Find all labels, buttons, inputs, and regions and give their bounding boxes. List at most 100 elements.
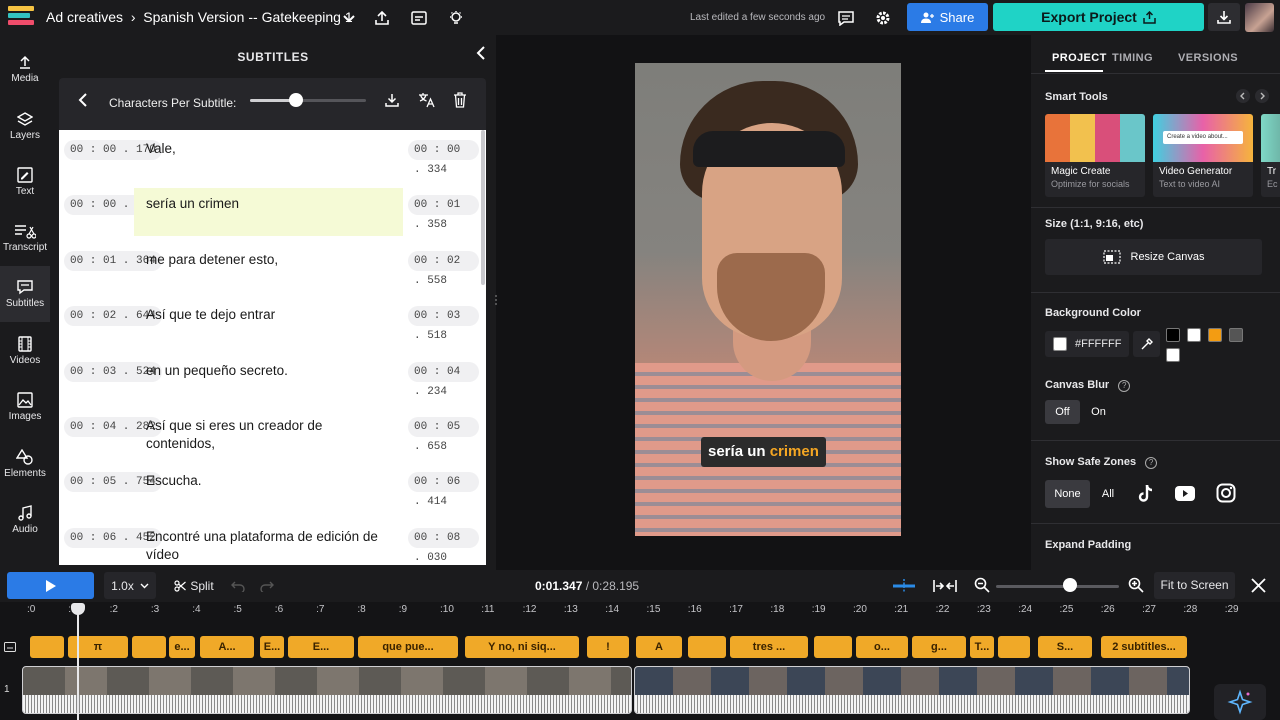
project-folder-link[interactable]: Ad creatives (46, 9, 123, 25)
subtitle-row[interactable]: 00 : 05 . 754 Escucha. 00 : 06 . 414 (59, 465, 479, 520)
subtitle-end-time[interactable]: 00 : 03 . 518 (408, 306, 479, 342)
subtitle-chip[interactable] (132, 636, 166, 658)
timeline-ruler[interactable]: :0:1:2:3:4:5:6:7:8:9:10:11:12:13:14:15:1… (0, 602, 1280, 620)
chevron-down-icon[interactable] (338, 7, 360, 29)
nav-images[interactable]: Images (0, 379, 50, 435)
youtube-icon[interactable] (1175, 486, 1195, 506)
redo-icon[interactable] (260, 579, 274, 597)
subtitle-text[interactable]: sería un crimen (134, 188, 403, 237)
subtitle-text[interactable]: en un pequeño secreto. (134, 355, 403, 403)
share-button[interactable]: Share (907, 3, 988, 31)
undo-icon[interactable] (231, 579, 245, 597)
palette-swatch-black[interactable] (1166, 328, 1180, 342)
nav-audio[interactable]: Audio (0, 492, 50, 548)
subtitle-row[interactable]: 00 : 06 . 452 Encontré una plataforma de … (59, 521, 479, 565)
zoom-in-icon[interactable] (1128, 577, 1144, 598)
subtitle-chip[interactable]: o... (856, 636, 908, 658)
download-subtitles-icon[interactable] (384, 92, 400, 113)
help-icon[interactable]: ? (1145, 457, 1158, 469)
close-icon[interactable] (1251, 578, 1266, 598)
canvas-blur-on-toggle[interactable]: On (1082, 400, 1115, 424)
carousel-prev-icon[interactable] (1236, 89, 1250, 103)
background-color-input[interactable]: #FFFFFF (1045, 331, 1129, 357)
subtitle-chip[interactable] (688, 636, 726, 658)
avatar[interactable] (1245, 3, 1274, 32)
subtitle-chip[interactable]: E... (288, 636, 354, 658)
subtitle-end-time[interactable]: 00 : 08 . 030 (408, 527, 479, 564)
tab-project[interactable]: PROJECT (1052, 52, 1107, 64)
collapse-panel-icon[interactable] (474, 45, 490, 61)
subtitle-text[interactable]: Encontré una plataforma de edición de ví… (134, 521, 403, 565)
subtitle-chip[interactable]: tres ... (730, 636, 808, 658)
subtitle-text[interactable]: Así que te dejo entrar (134, 299, 403, 347)
magic-assistant-button[interactable] (1214, 684, 1266, 720)
subtitle-chip[interactable]: T... (970, 636, 994, 658)
subtitle-chip[interactable]: g... (912, 636, 966, 658)
nav-elements[interactable]: Elements (0, 436, 50, 492)
subtitle-chip[interactable]: Y no, ni siq... (465, 636, 579, 658)
upload-icon[interactable] (371, 7, 393, 29)
subtitle-chip[interactable]: S... (1038, 636, 1092, 658)
back-arrow-icon[interactable] (75, 92, 91, 113)
play-button[interactable] (7, 572, 94, 599)
nav-media[interactable]: Media (0, 41, 50, 97)
comments-icon[interactable] (835, 7, 857, 29)
subtitle-row[interactable]: 00 : 00 . 170 Vale, 00 : 00 . 334 (59, 133, 479, 188)
subtitle-chip[interactable]: ! (587, 636, 629, 658)
instagram-icon[interactable] (1216, 483, 1236, 508)
video-clip-2[interactable] (634, 666, 1190, 714)
subtitle-row[interactable]: 00 : 01 . 364 me para detener esto, 00 : 0… (59, 244, 479, 299)
subtitle-row[interactable]: 00 : 00 . 372 sería un crimen 00 : 01 . 35… (59, 188, 479, 243)
fit-range-icon[interactable] (933, 578, 957, 599)
playback-speed-select[interactable]: 1.0x (104, 572, 156, 599)
subtitle-chip[interactable]: A... (200, 636, 254, 658)
safe-zone-all[interactable]: All (1094, 480, 1122, 508)
translate-icon[interactable] (418, 92, 436, 113)
eyedropper-button[interactable] (1133, 331, 1160, 357)
subtitle-row[interactable]: 00 : 04 . 282 Así que si eres un creador … (59, 410, 479, 465)
subtitle-chip[interactable] (30, 636, 64, 658)
subtitle-chip[interactable]: A (636, 636, 682, 658)
subtitle-chip[interactable] (814, 636, 852, 658)
safe-zone-none[interactable]: None (1045, 480, 1090, 508)
nav-text[interactable]: Text (0, 154, 50, 210)
zoom-slider-track[interactable] (996, 585, 1119, 588)
subtitle-end-time[interactable]: 00 : 02 . 558 (408, 250, 479, 287)
subtitle-chip[interactable] (998, 636, 1030, 658)
playhead[interactable] (77, 604, 79, 720)
subtitle-chip[interactable]: e... (169, 636, 195, 658)
nav-layers[interactable]: Layers (0, 98, 50, 154)
canvas-blur-off-toggle[interactable]: Off (1045, 400, 1080, 424)
carousel-next-icon[interactable] (1255, 89, 1269, 103)
nav-videos[interactable]: Videos (0, 323, 50, 379)
video-clip-1[interactable] (22, 666, 632, 714)
resize-canvas-button[interactable]: Resize Canvas (1045, 239, 1262, 275)
subtitle-end-time[interactable]: 00 : 06 . 414 (408, 472, 479, 508)
help-icon[interactable]: ? (1118, 380, 1131, 392)
lightbulb-icon[interactable] (445, 7, 467, 29)
palette-swatch-white[interactable] (1187, 328, 1201, 342)
trash-icon[interactable] (453, 92, 467, 113)
snap-icon[interactable] (892, 578, 916, 599)
subtitle-chip[interactable]: E... (260, 636, 284, 658)
zoom-out-icon[interactable] (974, 577, 990, 598)
app-logo[interactable] (8, 6, 36, 28)
subtitle-end-time[interactable]: 00 : 04 . 234 (408, 361, 479, 398)
download-button[interactable] (1208, 3, 1240, 31)
subtitle-text[interactable]: Vale, (134, 133, 403, 181)
cps-slider-handle[interactable] (289, 93, 304, 107)
tab-versions[interactable]: VERSIONS (1178, 52, 1238, 64)
subtitle-row[interactable]: 00 : 02 . 644 Así que te dejo entrar 00 : … (59, 299, 479, 354)
smart-tool-video-generator[interactable]: Create a video about... Video Generator … (1153, 114, 1253, 197)
video-caption[interactable]: sería un crimen (701, 437, 826, 467)
tab-timing[interactable]: TIMING (1112, 52, 1153, 64)
palette-swatch-orange[interactable] (1208, 328, 1222, 342)
subtitle-list-scrollbar[interactable] (481, 130, 485, 285)
tiktok-icon[interactable] (1137, 484, 1155, 509)
subtitle-end-time[interactable]: 00 : 05 . 658 (408, 417, 479, 453)
subtitle-chip[interactable]: 2 subtitles... (1101, 636, 1187, 658)
subtitle-text[interactable]: me para detener esto, (134, 244, 403, 292)
zoom-slider-handle[interactable] (1062, 578, 1077, 592)
subtitle-text[interactable]: Escucha. (134, 465, 403, 513)
nav-transcript[interactable]: Transcript (0, 210, 50, 266)
